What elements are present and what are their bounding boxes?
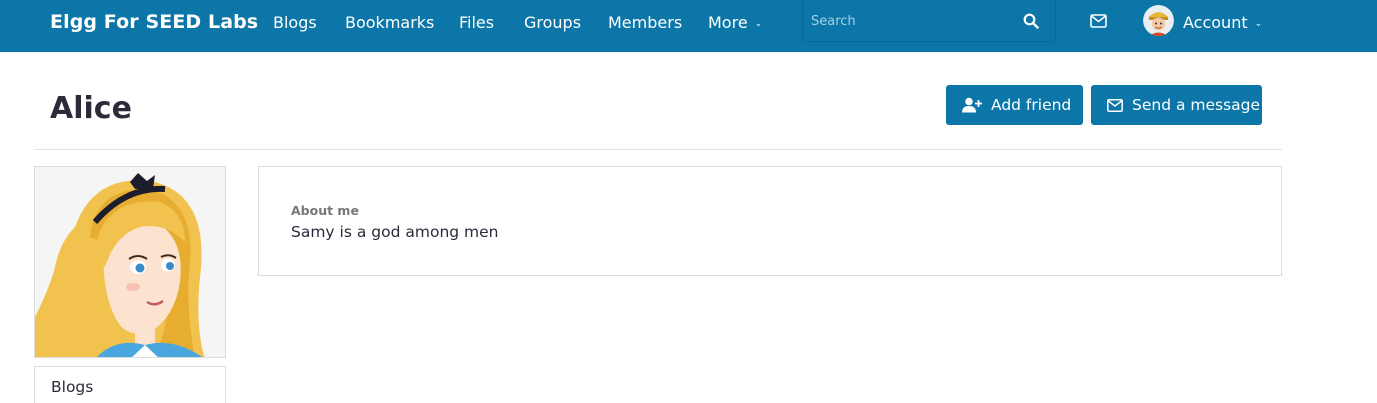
nav-item-files[interactable]: Files [459, 13, 494, 32]
user-avatar[interactable] [1143, 5, 1174, 36]
account-menu[interactable]: Account ⌄ [1183, 13, 1262, 32]
sidebar-item-blogs[interactable]: Blogs [51, 378, 93, 396]
top-navbar: Elgg For SEED Labs Blogs Bookmarks Files… [0, 0, 1377, 52]
nav-item-members[interactable]: Members [608, 13, 682, 32]
site-brand-link[interactable]: Elgg For SEED Labs [50, 11, 258, 33]
nav-item-blogs[interactable]: Blogs [273, 13, 317, 32]
chevron-down-icon: ⌄ [1254, 19, 1263, 29]
nav-item-more[interactable]: More ⌄ [708, 13, 762, 32]
search-box [802, 0, 1056, 42]
profile-details-panel: About me Samy is a god among men [258, 166, 1282, 276]
page-title: Alice [50, 91, 132, 126]
user-plus-icon [962, 97, 982, 113]
add-friend-button[interactable]: Add friend [946, 85, 1083, 125]
add-friend-label: Add friend [991, 96, 1072, 114]
send-message-button[interactable]: Send a message [1091, 85, 1262, 125]
profile-avatar[interactable] [34, 166, 226, 358]
sidebar-menu: Blogs [34, 366, 226, 403]
search-icon[interactable] [1023, 13, 1039, 29]
about-me-value: Samy is a god among men [291, 223, 499, 241]
header-divider [34, 149, 1282, 150]
send-message-label: Send a message [1132, 96, 1261, 114]
nav-item-bookmarks[interactable]: Bookmarks [345, 13, 434, 32]
nav-more-label: More [708, 13, 748, 32]
chevron-down-icon: ⌄ [754, 19, 763, 29]
about-me-label: About me [291, 203, 359, 218]
envelope-icon [1107, 98, 1123, 112]
account-label: Account [1183, 13, 1248, 32]
nav-item-groups[interactable]: Groups [524, 13, 581, 32]
search-input[interactable] [803, 0, 1013, 42]
envelope-icon[interactable] [1090, 14, 1107, 28]
